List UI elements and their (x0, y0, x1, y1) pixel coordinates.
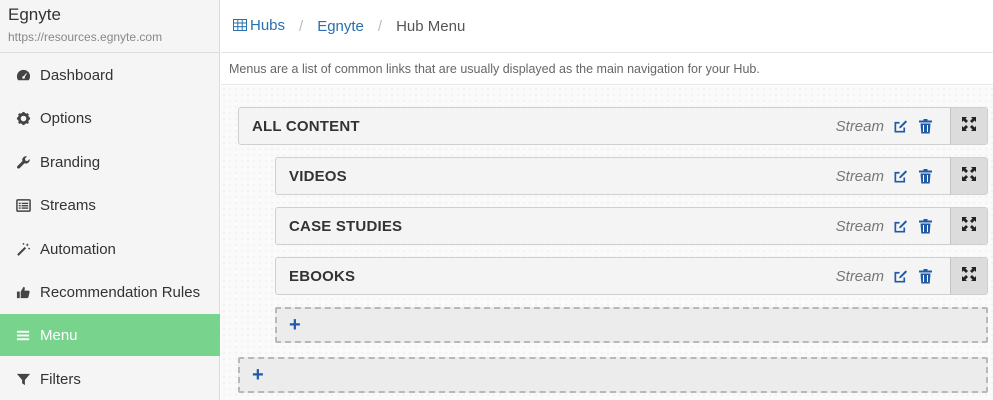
drag-handle[interactable] (950, 158, 987, 194)
magic-wand-icon (14, 240, 32, 258)
sidebar-item-recommendation-rules[interactable]: Recommendation Rules (0, 271, 220, 313)
sidebar-item-branding[interactable]: Branding (0, 141, 220, 183)
app-name: Egnyte (8, 5, 61, 24)
move-arrows-icon (962, 266, 976, 286)
dashboard-icon (14, 66, 32, 84)
menu-item-label: CASE STUDIES (289, 217, 403, 235)
menu-item-type: Stream (835, 167, 884, 185)
menu-item-videos: VIDEOS Stream (275, 157, 988, 195)
sidebar: Egnyte https://resources.egnyte.com Dash… (0, 0, 220, 400)
bars-icon (14, 326, 32, 344)
sidebar-item-streams[interactable]: Streams (0, 184, 220, 226)
sidebar-item-filters[interactable]: Filters (0, 358, 220, 400)
table-icon (233, 18, 247, 35)
trash-icon[interactable] (916, 267, 934, 285)
add-submenu-item-button[interactable]: + (275, 307, 988, 343)
filter-icon (14, 370, 32, 388)
sidebar-item-label: Recommendation Rules (40, 283, 201, 301)
sidebar-item-dashboard[interactable]: Dashboard (0, 54, 220, 96)
breadcrumb-hubs-label: Hubs (250, 17, 286, 34)
gear-icon (14, 109, 32, 127)
breadcrumb-separator: / (377, 17, 383, 35)
sidebar-item-menu[interactable]: Menu (0, 314, 220, 356)
breadcrumb-separator: / (299, 17, 304, 35)
trash-icon[interactable] (916, 167, 934, 185)
menu-item-case-studies: CASE STUDIES Stream (275, 207, 988, 245)
plus-icon: + (289, 314, 301, 336)
breadcrumb: Hubs / Egnyte / Hub Menu (221, 0, 993, 53)
list-alt-icon (14, 196, 32, 214)
drag-handle[interactable] (950, 258, 987, 294)
breadcrumb-current: Hub Menu (396, 17, 466, 35)
breadcrumb-hubs-link[interactable]: Hubs (233, 17, 285, 35)
sidebar-item-label: Options (40, 109, 92, 127)
move-arrows-icon (962, 166, 976, 186)
breadcrumb-hub-link[interactable]: Egnyte (317, 18, 364, 35)
trash-icon[interactable] (916, 117, 934, 135)
thumbs-up-icon (14, 283, 32, 301)
wrench-icon (14, 153, 32, 171)
menu-item-label: EBOOKS (289, 267, 356, 285)
sidebar-item-automation[interactable]: Automation (0, 228, 220, 270)
add-menu-item-button[interactable]: + (238, 357, 988, 393)
menu-item-ebooks: EBOOKS Stream (275, 257, 988, 295)
menu-item-type: Stream (835, 117, 884, 135)
plus-icon: + (252, 364, 264, 386)
move-arrows-icon (962, 116, 976, 136)
sidebar-item-options[interactable]: Options (0, 97, 220, 139)
sidebar-item-label: Streams (40, 196, 96, 214)
app-url: https://resources.egnyte.com (8, 30, 163, 44)
page-description: Menus are a list of common links that ar… (221, 54, 993, 85)
sidebar-item-label: Menu (40, 326, 78, 344)
drag-handle[interactable] (950, 208, 987, 244)
edit-icon[interactable] (891, 217, 909, 235)
sidebar-item-label: Automation (40, 240, 116, 258)
sidebar-item-label: Branding (40, 153, 101, 171)
sidebar-item-label: Dashboard (40, 66, 114, 84)
brand: Egnyte https://resources.egnyte.com (0, 0, 219, 53)
edit-icon[interactable] (891, 167, 909, 185)
trash-icon[interactable] (916, 217, 934, 235)
menu-item-label: VIDEOS (289, 167, 347, 185)
move-arrows-icon (962, 216, 976, 236)
sidebar-item-label: Filters (40, 370, 81, 388)
menu-item-label: ALL CONTENT (252, 117, 360, 135)
menu-item-all-content: ALL CONTENT Stream (238, 107, 988, 145)
edit-icon[interactable] (891, 117, 909, 135)
menu-item-type: Stream (835, 217, 884, 235)
drag-handle[interactable] (950, 108, 987, 144)
edit-icon[interactable] (891, 267, 909, 285)
menu-item-type: Stream (835, 267, 884, 285)
